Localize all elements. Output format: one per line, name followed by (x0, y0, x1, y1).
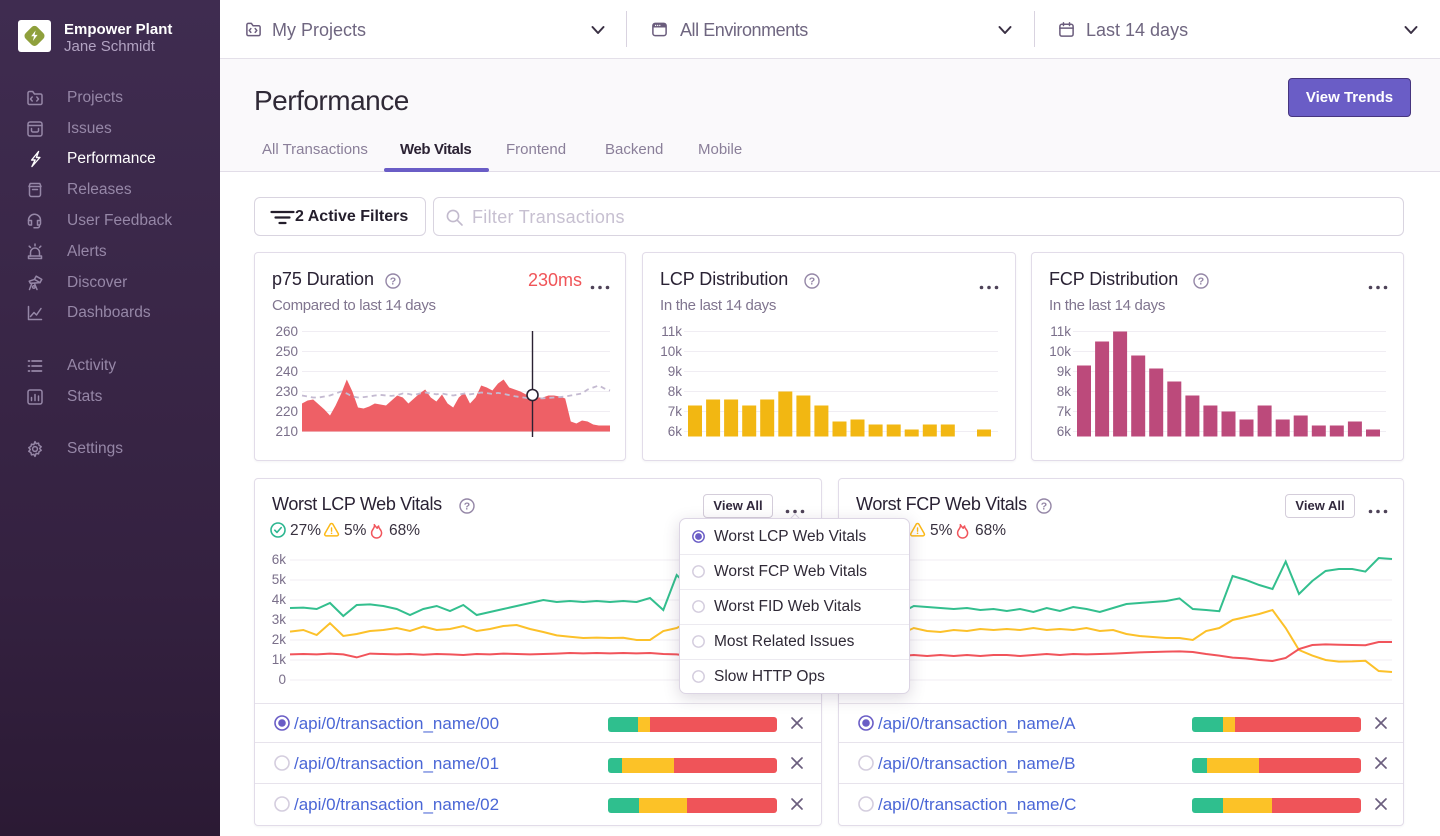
svg-text:?: ? (809, 276, 815, 288)
svg-text:?: ? (464, 501, 470, 513)
svg-text:?: ? (1041, 501, 1047, 513)
svg-text:?: ? (1198, 276, 1204, 288)
svg-text:?: ? (390, 276, 396, 288)
